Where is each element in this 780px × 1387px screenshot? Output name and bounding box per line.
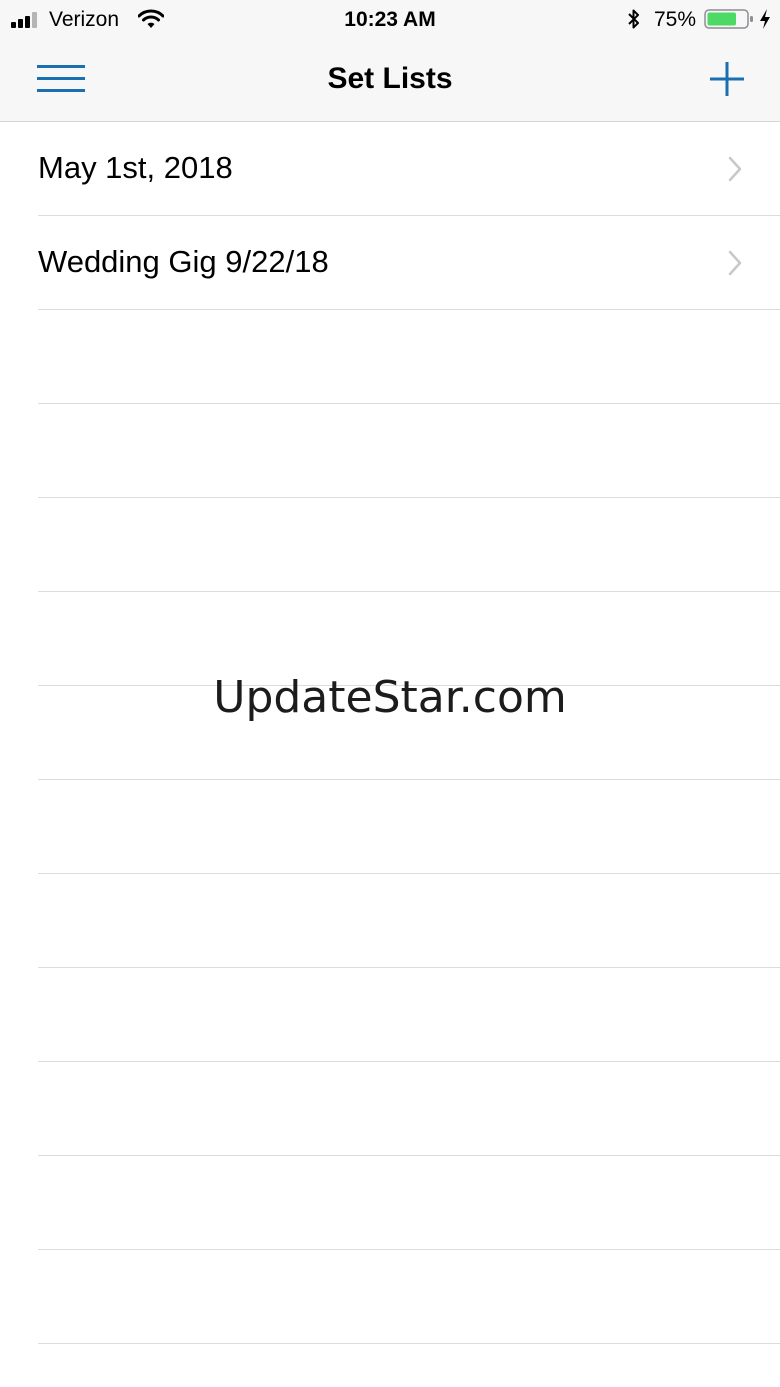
chevron-right-icon xyxy=(728,250,742,276)
empty-row xyxy=(38,1344,780,1387)
empty-row xyxy=(38,310,780,404)
charging-bolt-icon xyxy=(760,9,770,29)
battery-percent: 75% xyxy=(654,8,697,31)
empty-row xyxy=(38,1156,780,1250)
empty-row xyxy=(38,1062,780,1156)
chevron-right-icon xyxy=(728,156,742,182)
nav-bar: Set Lists xyxy=(0,40,780,122)
battery-icon xyxy=(704,9,753,29)
empty-row xyxy=(38,874,780,968)
set-lists-screen: Verizon 10:23 AM 75% Set Lists May 1st, … xyxy=(0,0,780,1387)
empty-row xyxy=(38,968,780,1062)
plus-icon xyxy=(710,62,744,96)
add-set-list-button[interactable] xyxy=(700,52,754,106)
empty-row xyxy=(38,780,780,874)
watermark: UpdateStar.com xyxy=(213,672,567,723)
empty-row xyxy=(38,404,780,498)
set-list-title: May 1st, 2018 xyxy=(38,150,233,185)
set-list-row[interactable]: May 1st, 2018 xyxy=(38,122,780,216)
empty-row xyxy=(38,498,780,592)
bluetooth-icon xyxy=(628,9,639,29)
page-title: Set Lists xyxy=(327,62,453,95)
status-bar: Verizon 10:23 AM 75% xyxy=(0,0,780,40)
empty-row xyxy=(38,1250,780,1344)
set-list-row[interactable]: Wedding Gig 9/22/18 xyxy=(38,216,780,310)
header: Verizon 10:23 AM 75% Set Lists xyxy=(0,0,780,122)
set-list-table: May 1st, 2018 Wedding Gig 9/22/18 xyxy=(0,122,780,1387)
set-list-title: Wedding Gig 9/22/18 xyxy=(38,244,329,279)
